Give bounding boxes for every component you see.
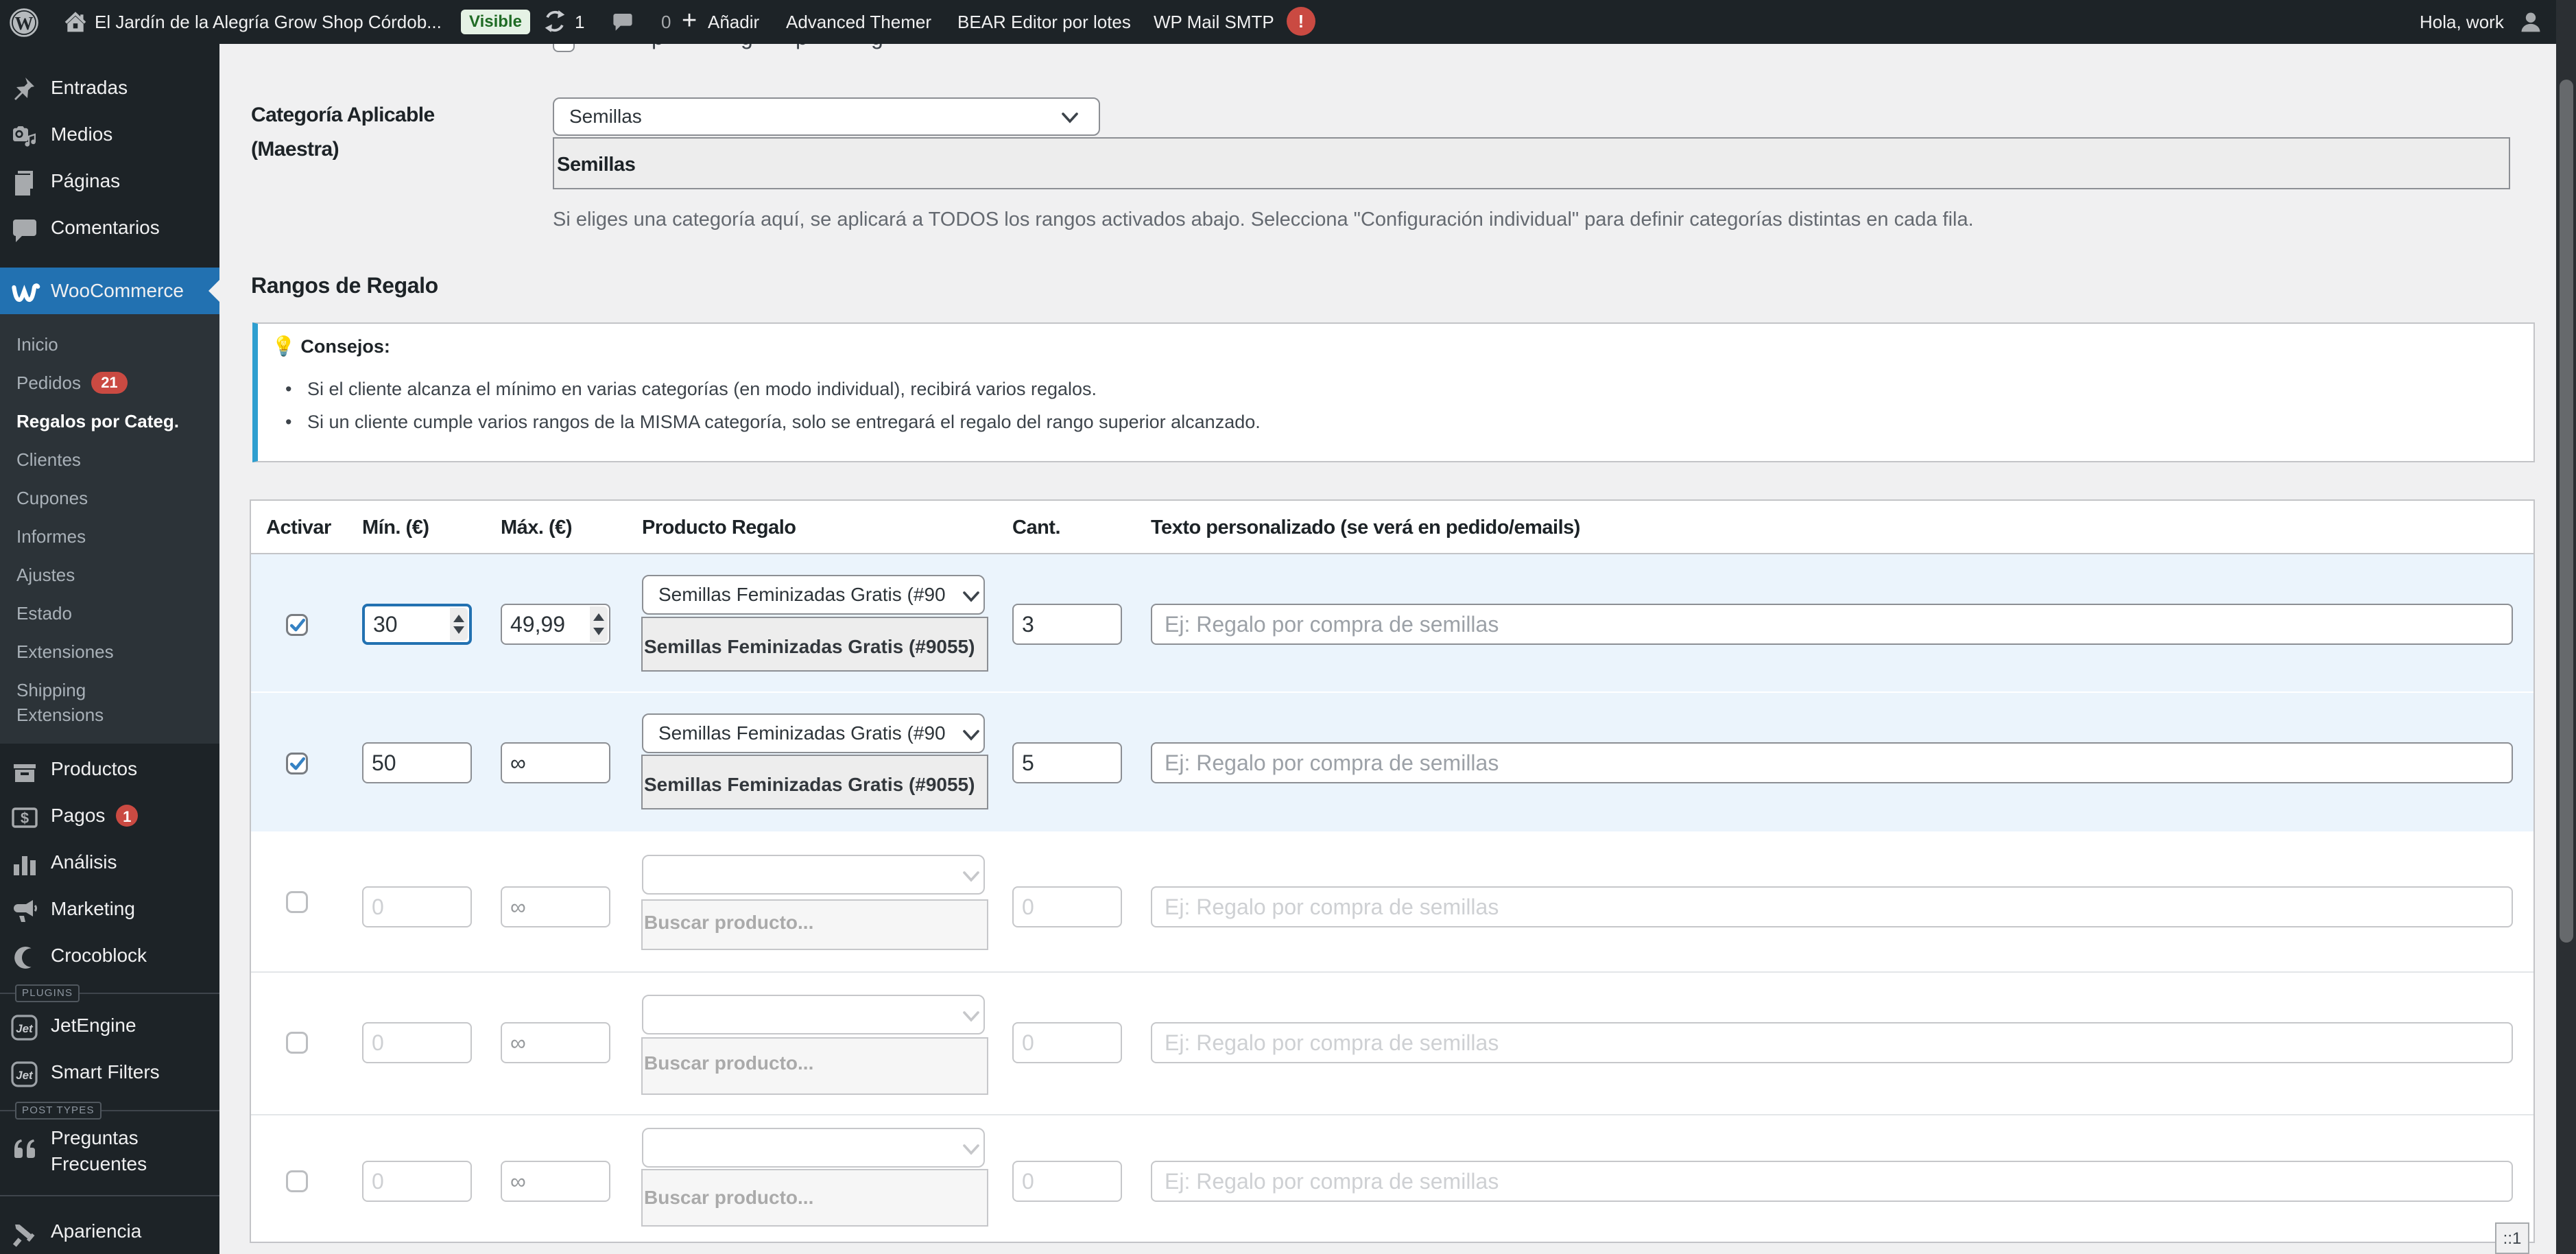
svg-text:Jet: Jet [16,1022,34,1035]
svg-text:Jet: Jet [16,1069,34,1082]
svg-text:W: W [15,13,34,34]
svg-text:$: $ [21,809,29,827]
